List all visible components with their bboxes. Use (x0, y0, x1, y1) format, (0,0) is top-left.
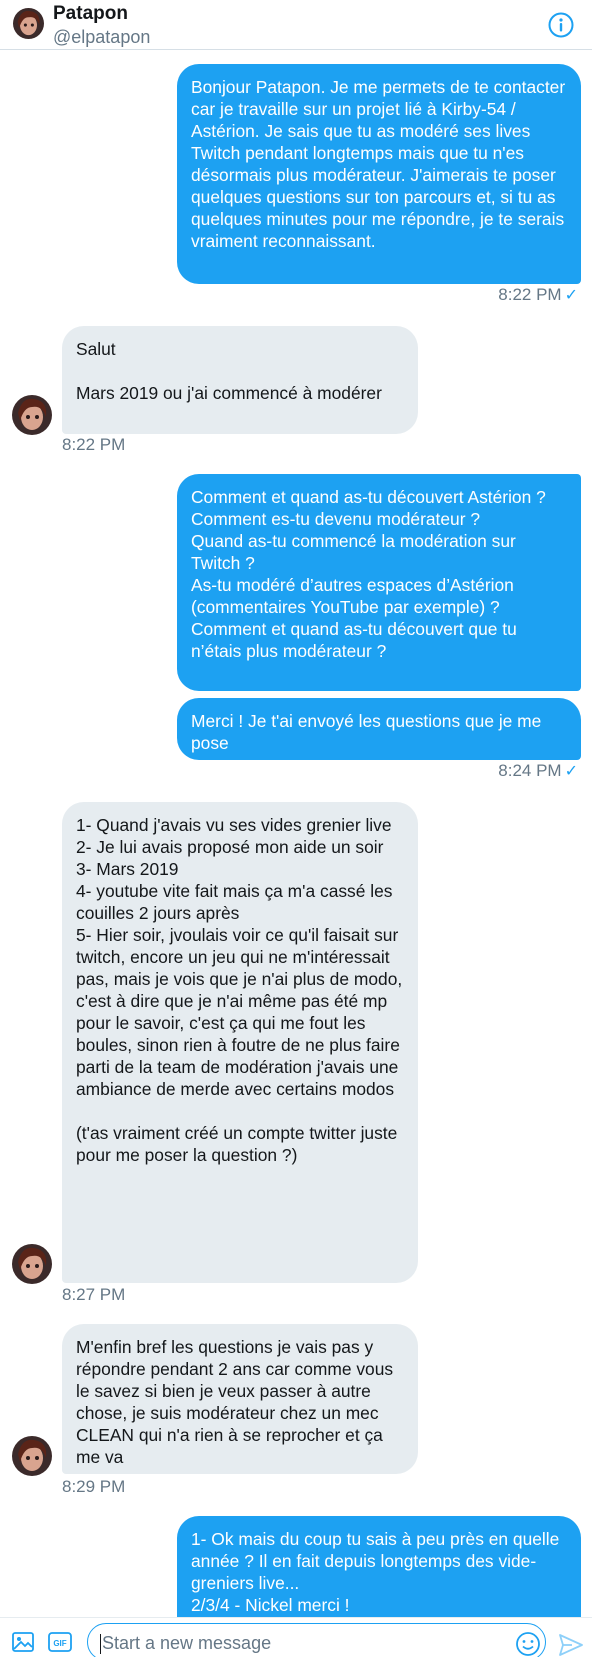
message-bubble-incoming[interactable]: 1- Quand j'avais vu ses vides grenier li… (62, 802, 418, 1283)
avatar[interactable] (13, 8, 44, 39)
contact-handle[interactable]: @elpatapon (53, 26, 150, 48)
message-bubble-incoming[interactable]: M'enfin bref les questions je vais pas y… (62, 1324, 418, 1474)
media-icon[interactable] (11, 1630, 35, 1654)
svg-text:GIF: GIF (53, 1639, 66, 1648)
message-composer: GIF Start a new message (0, 1617, 592, 1657)
message-timestamp: 8:29 PM (62, 1477, 126, 1496)
message-bubble-incoming[interactable]: Salut Mars 2019 ou j'ai commencé à modér… (62, 326, 418, 434)
emoji-icon[interactable] (515, 1631, 541, 1657)
message-bubble-outgoing[interactable]: Merci ! Je t'ai envoyé les questions que… (177, 698, 581, 760)
avatar[interactable] (12, 1244, 52, 1284)
gif-icon[interactable]: GIF (48, 1632, 72, 1652)
message-bubble-outgoing[interactable]: Comment et quand as-tu découvert Astério… (177, 474, 581, 691)
conversation-header: Patapon @elpatapon (0, 0, 592, 50)
info-icon[interactable] (548, 12, 574, 38)
message-input[interactable]: Start a new message (87, 1623, 546, 1657)
avatar[interactable] (12, 1436, 52, 1476)
message-timestamp: 8:22 PM ✓ (498, 285, 578, 304)
message-timestamp: 8:24 PM ✓ (498, 761, 578, 780)
send-icon[interactable] (558, 1633, 584, 1657)
read-check-icon: ✓ (564, 763, 578, 780)
read-check-icon: ✓ (564, 287, 578, 304)
message-timestamp: 8:27 PM (62, 1285, 126, 1304)
message-timestamp: 8:22 PM (62, 435, 126, 454)
message-bubble-outgoing[interactable]: Bonjour Patapon. Je me permets de te con… (177, 64, 581, 284)
avatar[interactable] (12, 395, 52, 435)
contact-name[interactable]: Patapon (53, 2, 128, 26)
